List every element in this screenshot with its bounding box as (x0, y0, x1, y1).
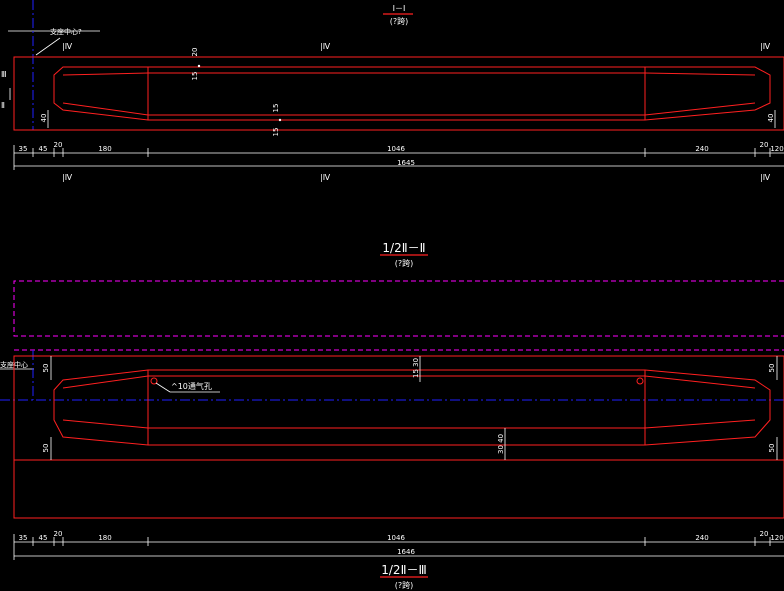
section-1: I－I (?跨) 支座中心? |Ⅳ |Ⅳ |Ⅳ |Ⅳ |Ⅳ |Ⅳ Ⅲ Ⅱ 20 … (1, 0, 784, 182)
girder-top-inner-2 (62, 375, 756, 389)
girder-outer-outline-2 (13, 355, 784, 461)
girder-lower-rect-2 (13, 459, 784, 519)
section-2: 1/2Ⅱ－Ⅱ (?跨) 支座中心 ^10通气孔 50 50 50 50 15 3… (0, 241, 784, 560)
dim2-1046: 1046 (387, 534, 405, 542)
vdim-50-bl: 50 (42, 444, 50, 453)
vdim-40-left: 40 (40, 114, 48, 123)
dim-120: 120 (770, 145, 783, 153)
support-leader-arrow (35, 37, 61, 56)
dim-20-l: 20 (54, 141, 63, 149)
dim2-35: 35 (19, 534, 28, 542)
dim-1046: 1046 (387, 145, 405, 153)
girder-outer-outline (13, 56, 784, 131)
vdim-15-c: 15 (272, 128, 280, 137)
dim-total-2: 1646 (397, 548, 415, 556)
section-2-subtitle: (?跨) (395, 259, 414, 268)
mark-top-mid: |Ⅳ (320, 42, 331, 51)
support-center-label: 支座中心? (50, 27, 82, 36)
dim-180: 180 (98, 145, 111, 153)
vdim-mid-bottom: 30 40 (497, 434, 505, 454)
dim2-20-r: 20 (760, 530, 769, 538)
vdim-40-right: 40 (767, 114, 775, 123)
mark-top-left: |Ⅳ (62, 42, 73, 51)
vdim-50-tr: 50 (768, 364, 776, 373)
mark-bottom-mid: |Ⅳ (320, 173, 331, 182)
dim-point-b (278, 118, 282, 122)
vent-hole-label: ^10通气孔 (171, 381, 212, 391)
side-mark-II: Ⅱ (1, 101, 5, 110)
section-2-title: 1/2Ⅱ－Ⅱ (382, 241, 425, 255)
dim2-20-l: 20 (54, 530, 63, 538)
dim-point-a (197, 64, 201, 68)
section-1-subtitle: (?跨) (390, 17, 409, 26)
vent-leader (155, 382, 171, 393)
section-3-subtitle: (?跨) (395, 581, 414, 590)
vent-hole-right (636, 377, 644, 385)
girder-box-outline-2 (53, 369, 771, 446)
dim-35: 35 (19, 145, 28, 153)
dim2-240: 240 (695, 534, 708, 542)
section-3: 1/2Ⅱ－Ⅲ (?跨) (380, 563, 428, 590)
side-mark-III: Ⅲ (1, 70, 7, 79)
dim-240: 240 (695, 145, 708, 153)
vdim-mid-top: 15 30 (412, 358, 420, 378)
girder-box-outline (53, 66, 771, 121)
girder-bottom-inner-2 (62, 419, 756, 429)
dim-45: 45 (39, 145, 48, 153)
phantom-deck-outline (13, 280, 784, 337)
dim2-120: 120 (770, 534, 783, 542)
dim2-180: 180 (98, 534, 111, 542)
vdim-15-b: 15 (272, 104, 280, 113)
mark-top-right: |Ⅳ (760, 42, 771, 51)
mark-bottom-left: |Ⅳ (62, 173, 73, 182)
section-1-title: I－I (393, 4, 406, 13)
girder-top-inner (62, 72, 756, 76)
vdim-20: 20 (191, 48, 199, 57)
vdim-50-br: 50 (768, 444, 776, 453)
mark-bottom-right: |Ⅳ (760, 173, 771, 182)
dim-20-r: 20 (760, 141, 769, 149)
section-3-title: 1/2Ⅱ－Ⅲ (381, 563, 427, 577)
dim2-45: 45 (39, 534, 48, 542)
girder-bottom-inner (62, 102, 756, 116)
vdim-50-tl: 50 (42, 364, 50, 373)
vdim-15-a: 15 (191, 72, 199, 81)
cad-drawing: I－I (?跨) 支座中心? |Ⅳ |Ⅳ |Ⅳ |Ⅳ |Ⅳ |Ⅳ Ⅲ Ⅱ 20 … (0, 0, 784, 590)
dim-total-1: 1645 (397, 159, 415, 167)
